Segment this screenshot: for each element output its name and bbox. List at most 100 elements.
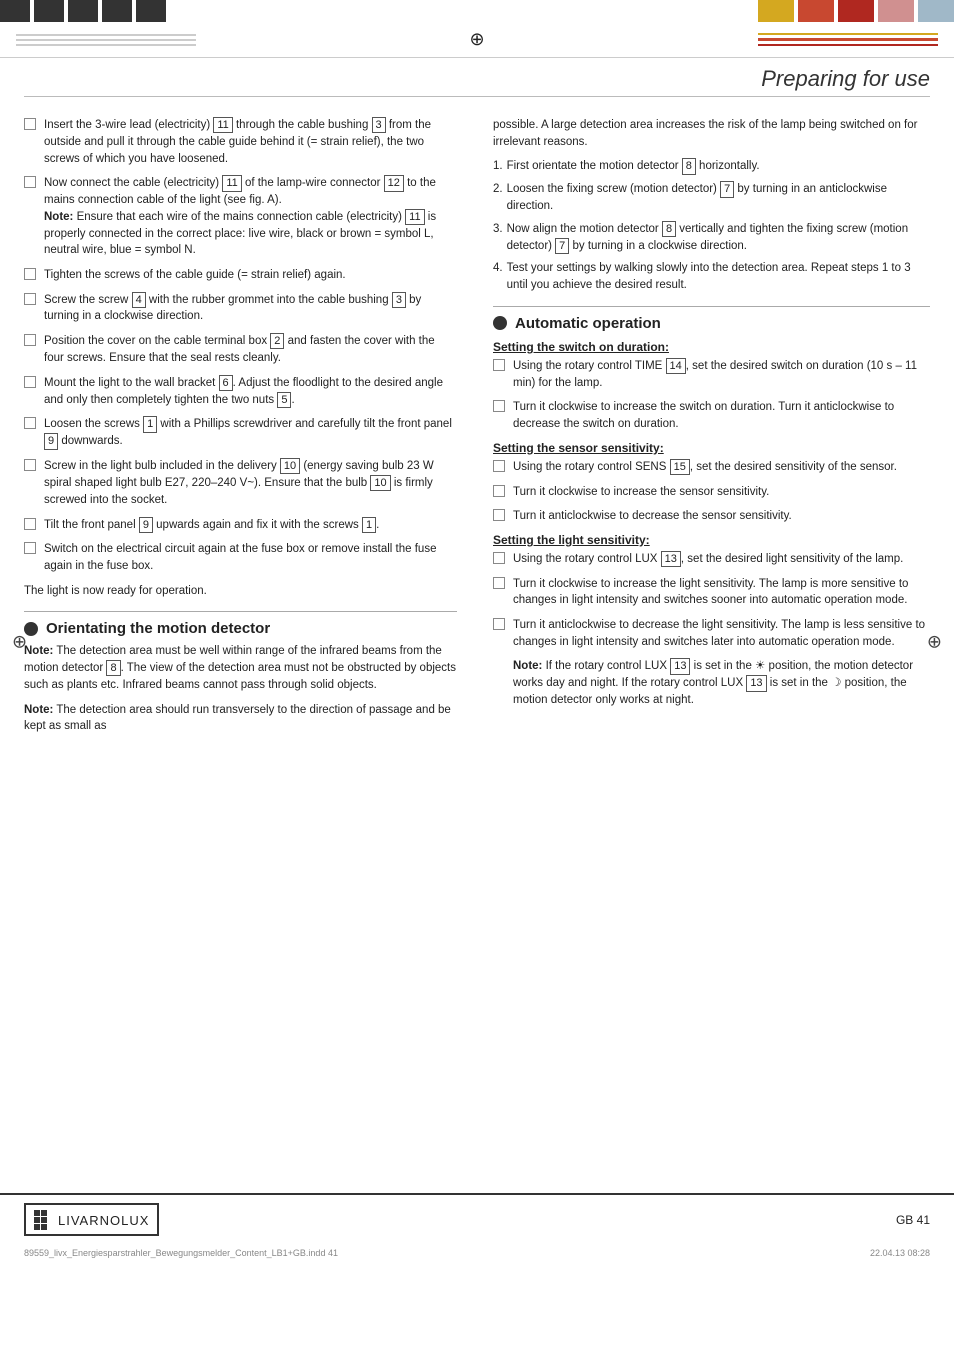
note-label-3: Note: [24, 704, 53, 716]
ss-checkbox-1 [493, 460, 505, 472]
logo-cell-7 [34, 1224, 40, 1230]
orientating-note1: Note: The detection area must be well wi… [24, 643, 457, 693]
ref-15: 15 [670, 459, 690, 475]
step-3-text: Now align the motion detector 8 vertical… [507, 221, 930, 255]
bar-color-5 [918, 0, 954, 22]
sd-checkbox-1 [493, 359, 505, 371]
reg-mark-left: ⊕ [12, 632, 27, 653]
bar-seg-5 [68, 0, 98, 22]
continuation-text: possible. A large detection area increas… [493, 117, 930, 150]
page-title-text: Preparing for use [761, 66, 930, 91]
step-1-text: First orientate the motion detector 8 ho… [507, 158, 760, 175]
step-2: 2. Loosen the fixing screw (motion detec… [493, 181, 930, 215]
ss-item-1: Using the rotary control SENS 15, set th… [493, 459, 930, 476]
step-4: 4. Test your settings by walking slowly … [493, 260, 930, 293]
top-bar [0, 0, 954, 22]
checkbox-4 [24, 293, 36, 305]
automatic-heading: Automatic operation [493, 315, 930, 332]
checkbox-8 [24, 459, 36, 471]
light-sensitivity-heading: Setting the light sensitivity: [493, 533, 930, 547]
ref-11c: 11 [405, 209, 424, 225]
logo-cell-1 [34, 1210, 40, 1216]
logo-cell-8 [41, 1224, 47, 1230]
switch-duration-list: Using the rotary control TIME 14, set th… [493, 358, 930, 433]
ref-8b: 8 [682, 158, 696, 174]
checkbox-9 [24, 518, 36, 530]
checkbox-2 [24, 176, 36, 188]
top-bar-right [477, 0, 954, 22]
orientating-divider [24, 611, 457, 612]
ls-checkbox-3 [493, 618, 505, 630]
item-5-text: Position the cover on the cable terminal… [44, 333, 457, 367]
ls-checkbox-2 [493, 577, 505, 589]
ref-7b: 7 [555, 238, 569, 254]
ref-1b: 1 [362, 517, 376, 533]
ls-item-2: Turn it clockwise to increase the light … [493, 576, 930, 609]
ref-9b: 9 [139, 517, 153, 533]
header-line-3 [16, 44, 196, 46]
logo-cell-3 [48, 1210, 54, 1216]
ref-10a: 10 [280, 458, 300, 474]
light-sensitivity-list: Using the rotary control LUX 13, set the… [493, 551, 930, 709]
header-lines-right [758, 33, 938, 46]
switch-duration-item-2: Turn it clockwise to increase the switch… [493, 399, 930, 432]
note-label-4: Note: [513, 661, 542, 673]
automatic-title: Automatic operation [515, 315, 661, 332]
ref-3b: 3 [392, 292, 406, 308]
ref-10b: 10 [370, 475, 390, 491]
item-9-text: Tilt the front panel 9 upwards again and… [44, 517, 457, 534]
ls-text-1: Using the rotary control LUX 13, set the… [513, 551, 930, 568]
step-3: 3. Now align the motion detector 8 verti… [493, 221, 930, 255]
logo-cell-5 [41, 1217, 47, 1223]
ls-text-2: Turn it clockwise to increase the light … [513, 576, 930, 609]
ready-text: The light is now ready for operation. [24, 583, 457, 600]
logo-cell-4 [34, 1217, 40, 1223]
center-registration-mark: ⊕ [469, 29, 484, 50]
ref-13a: 13 [661, 551, 681, 567]
brand-name: LIVARNO [58, 1213, 121, 1228]
bottom-bar: 89559_livx_Energiesparstrahler_Bewegungs… [0, 1244, 954, 1262]
bar-seg-9 [136, 0, 166, 22]
ref-5: 5 [277, 392, 291, 408]
item-4-text: Screw the screw 4 with the rubber gromme… [44, 292, 457, 326]
note-label-1: Note: [44, 211, 73, 223]
item-8-text: Screw in the light bulb included in the … [44, 458, 457, 508]
top-bar-left [0, 0, 477, 22]
ref-6: 6 [219, 375, 233, 391]
header-line-1 [16, 34, 196, 36]
step-num-3: 3. [493, 221, 503, 238]
ref-7a: 7 [720, 181, 734, 197]
ls-text-3: Turn it anticlockwise to decrease the li… [513, 617, 930, 650]
ref-14: 14 [666, 358, 686, 374]
bottom-right-text: 22.04.13 08:28 [870, 1248, 930, 1258]
list-item-1: Insert the 3-wire lead (electricity) 11 … [24, 117, 457, 167]
bar-seg-3 [34, 0, 64, 22]
ss-checkbox-3 [493, 509, 505, 521]
list-item-4: Screw the screw 4 with the rubber gromme… [24, 292, 457, 326]
brand-suffix: LUX [121, 1213, 149, 1228]
bar-color-1 [758, 0, 794, 22]
installation-list: Insert the 3-wire lead (electricity) 11 … [24, 117, 457, 575]
list-item-8: Screw in the light bulb included in the … [24, 458, 457, 508]
sd-text-2: Turn it clockwise to increase the switch… [513, 399, 930, 432]
bar-seg-1 [0, 0, 30, 22]
ss-text-2: Turn it clockwise to increase the sensor… [513, 484, 930, 501]
header-area: ⊕ [0, 22, 954, 58]
item-3-text: Tighten the screws of the cable guide (=… [44, 267, 457, 284]
item-7-text: Loosen the screws 1 with a Phillips scre… [44, 416, 457, 450]
logo-cell-6 [48, 1217, 54, 1223]
header-line-4 [758, 33, 938, 35]
ref-9a: 9 [44, 433, 58, 449]
ls-item-3: Turn it anticlockwise to decrease the li… [493, 617, 930, 650]
bar-color-4 [878, 0, 914, 22]
ref-13b: 13 [670, 658, 690, 674]
automatic-divider [493, 306, 930, 307]
reg-mark-right: ⊕ [927, 632, 942, 653]
step-2-text: Loosen the fixing screw (motion detector… [507, 181, 930, 215]
sensor-sensitivity-heading: Setting the sensor sensitivity: [493, 441, 930, 455]
checkbox-1 [24, 118, 36, 130]
ref-11b: 11 [222, 175, 241, 191]
ref-1a: 1 [143, 416, 157, 432]
ss-text-1: Using the rotary control SENS 15, set th… [513, 459, 930, 476]
logo-cell-9 [48, 1224, 54, 1230]
